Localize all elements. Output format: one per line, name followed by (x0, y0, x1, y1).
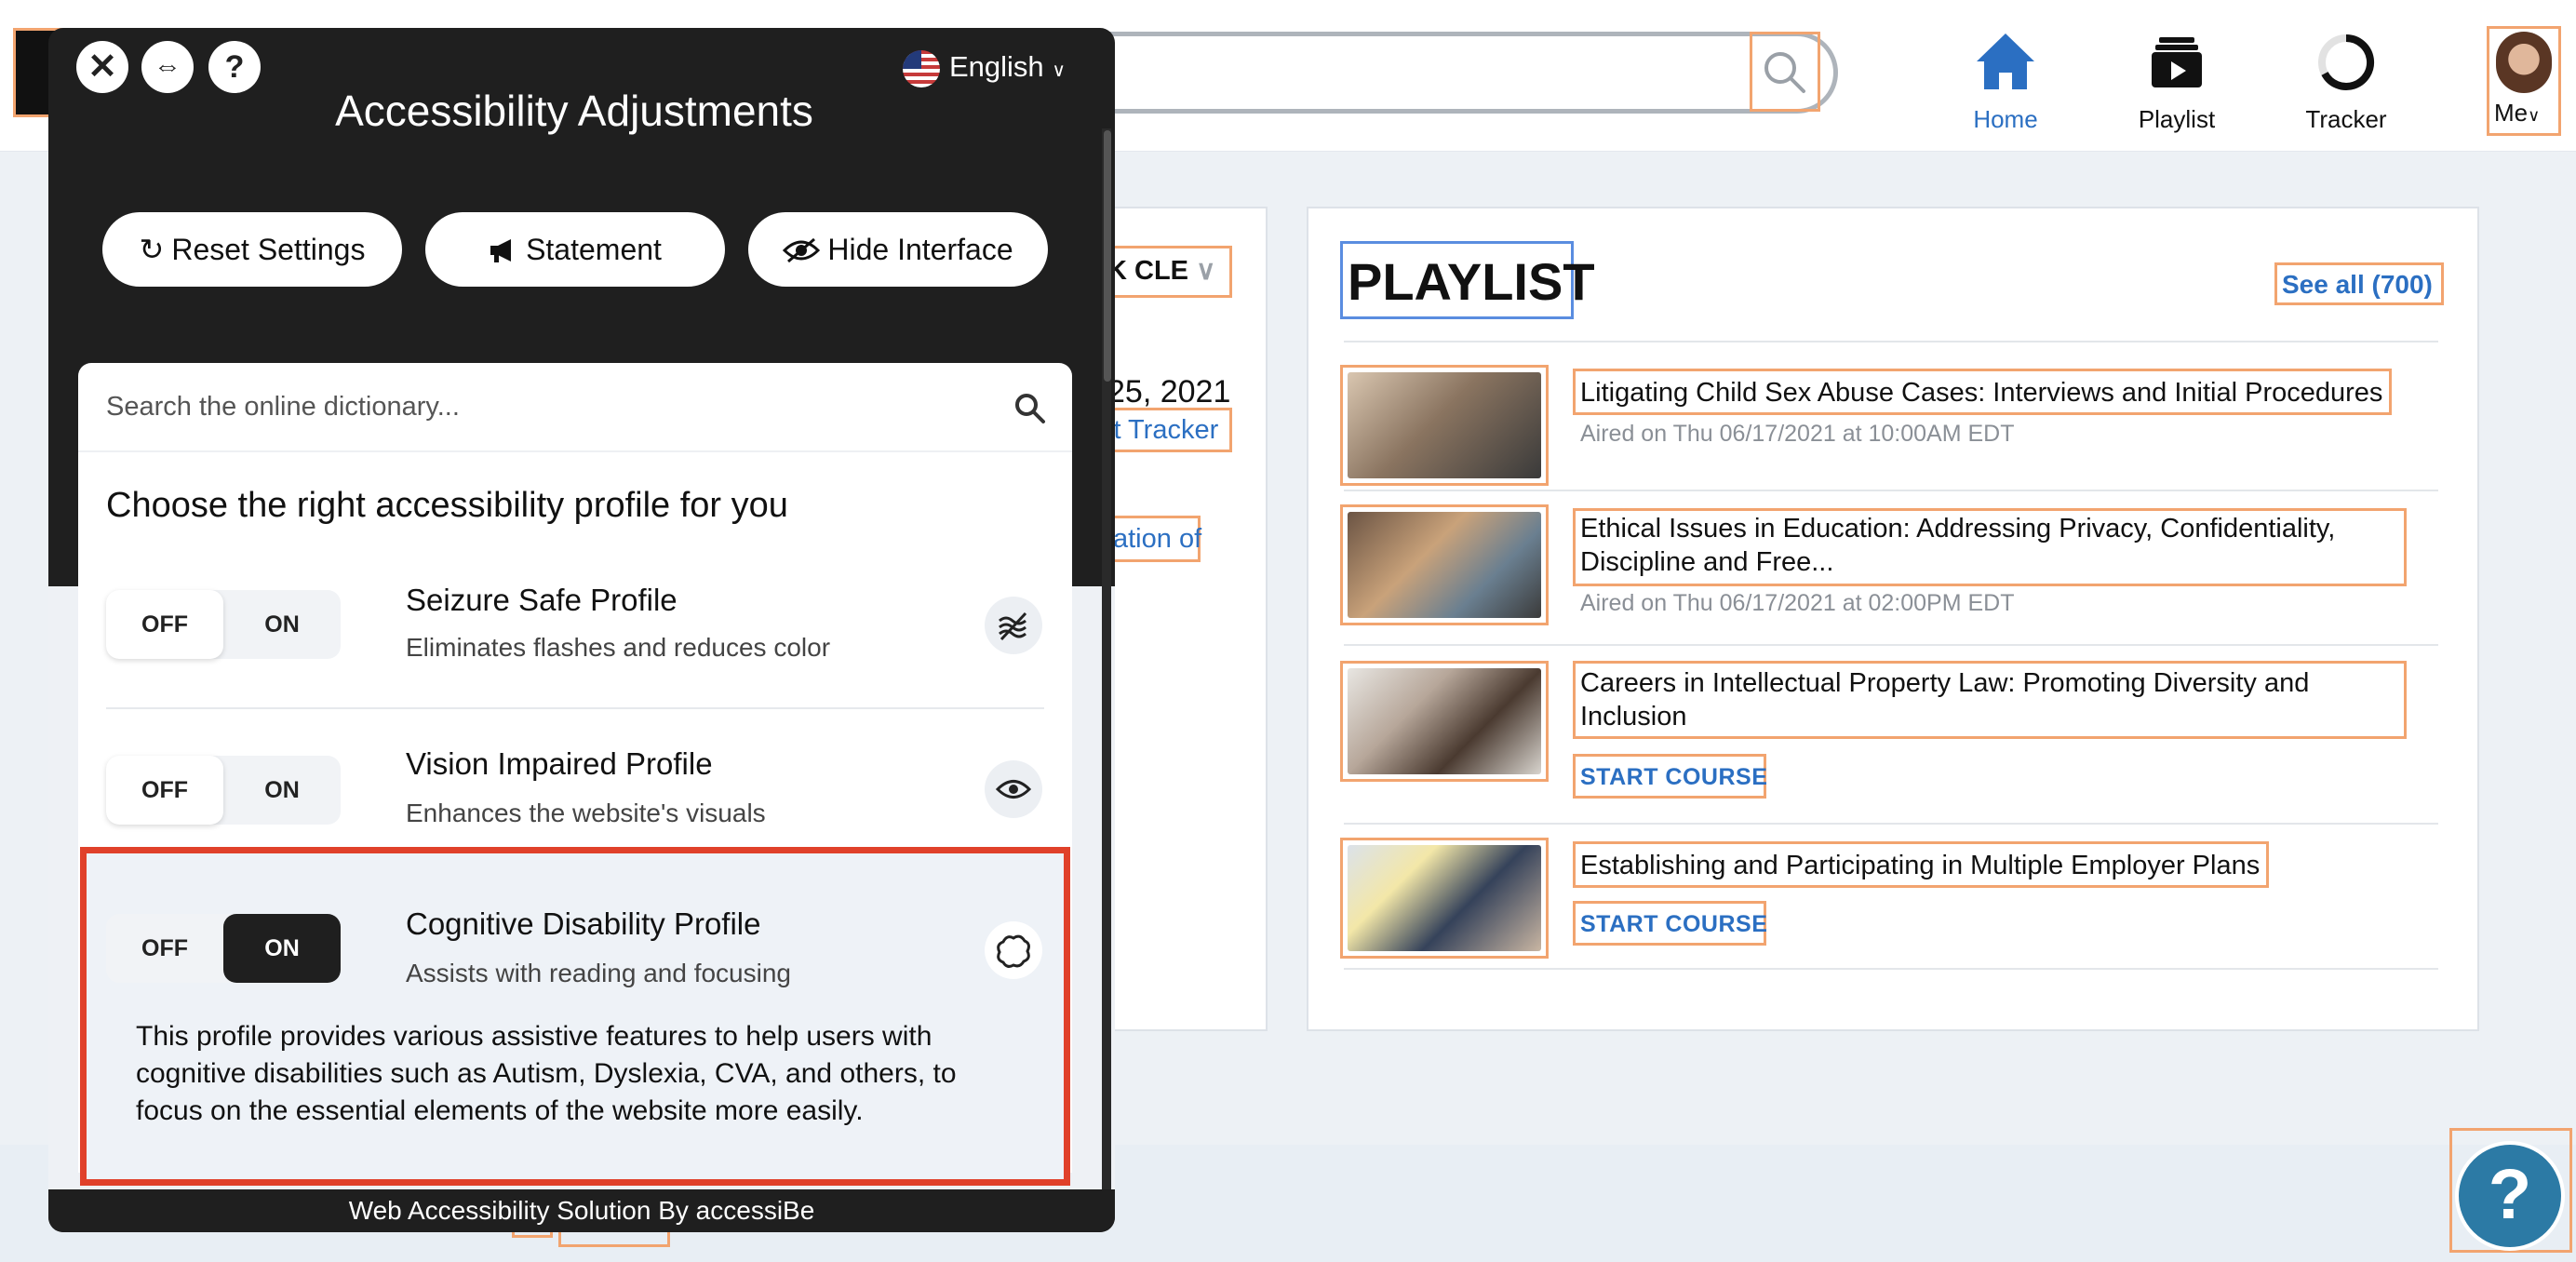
info-link-text[interactable]: ation of (1113, 524, 1201, 555)
question-icon: ? (224, 49, 245, 85)
cle-dropdown-label: K CLE ∨ (1107, 254, 1215, 287)
close-icon: ✕ (87, 47, 117, 87)
profile-name: Seizure Safe Profile (406, 583, 678, 617)
see-all-link[interactable]: See all (700) (2282, 270, 2433, 300)
toggle-on-option[interactable]: ON (223, 914, 341, 983)
profile-divider (106, 707, 1044, 709)
eye-icon (985, 760, 1042, 818)
playlist-item-title[interactable]: Ethical Issues in Education: Addressing … (1580, 512, 2392, 579)
search-icon (1764, 52, 1805, 93)
playlist-thumbnail (1348, 668, 1541, 774)
profile-name: Vision Impaired Profile (406, 746, 713, 781)
playlist-item-title[interactable]: Careers in Intellectual Property Law: Pr… (1580, 666, 2392, 733)
playlist-divider (1344, 823, 2438, 825)
refresh-icon: ↻ (139, 233, 165, 266)
arrows-horizontal-icon: ⇔ (154, 51, 181, 82)
profile-name: Cognitive Disability Profile (406, 906, 761, 941)
playlist-item-title[interactable]: Litigating Child Sex Abuse Cases: Interv… (1580, 376, 2399, 409)
seizure-safe-toggle[interactable]: OFF ON (106, 590, 341, 659)
reset-settings-button[interactable]: ↻ Reset Settings (102, 212, 402, 287)
playlist-icon (2152, 37, 2202, 87)
us-flag-icon (903, 49, 940, 87)
dictionary-search-input[interactable] (78, 363, 1072, 452)
playlist-thumbnail (1348, 845, 1541, 951)
cle-dropdown-text: K CLE (1107, 256, 1188, 286)
playlist-title: PLAYLIST (1348, 252, 1595, 311)
help-button[interactable]: ? (2455, 1141, 2565, 1251)
nav-tracker[interactable]: Tracker (2276, 32, 2416, 134)
statement-button[interactable]: Statement (425, 212, 725, 287)
date-text: 25, 2021 (1107, 374, 1231, 409)
panel-scrollbar-thumb[interactable] (1104, 130, 1111, 382)
profile-details: This profile provides various assistive … (136, 1021, 957, 1126)
hide-interface-label: Hide Interface (827, 233, 1013, 266)
vision-impaired-toggle[interactable]: OFF ON (106, 756, 341, 825)
brain-icon (985, 921, 1042, 979)
cognitive-profile-highlight (80, 847, 1070, 1186)
statement-label: Statement (526, 233, 662, 266)
avatar[interactable] (2496, 32, 2552, 93)
nav-home-label: Home (1973, 105, 2038, 133)
cognitive-disability-toggle[interactable]: OFF ON (106, 914, 341, 983)
course-card (1089, 207, 1268, 1031)
panel-title: Accessibility Adjustments (335, 87, 813, 135)
playlist-item-meta: Aired on Thu 06/17/2021 at 02:00PM EDT (1580, 590, 2015, 616)
home-icon (1977, 34, 2034, 89)
playlist-thumbnail (1348, 372, 1541, 478)
seizure-icon (985, 597, 1042, 654)
playlist-divider (1344, 968, 2438, 970)
chevron-down-icon: ∨ (1196, 256, 1216, 286)
profile-description: Assists with reading and focusing (406, 959, 791, 987)
toggle-off-option[interactable]: OFF (106, 756, 223, 825)
toggle-off-option[interactable]: OFF (106, 590, 223, 659)
playlist-divider (1344, 490, 2438, 491)
profiles-heading: Choose the right accessibility profile f… (106, 486, 788, 525)
profile-description: Enhances the website's visuals (406, 799, 766, 827)
toggle-off-option[interactable]: OFF (106, 914, 223, 983)
chevron-down-icon: ∨ (1052, 60, 1066, 81)
search-icon[interactable] (1013, 391, 1046, 424)
eye-slash-icon (783, 237, 821, 263)
nav-playlist-label: Playlist (2138, 105, 2216, 133)
megaphone-icon (490, 239, 512, 262)
tracker-icon (2318, 34, 2375, 90)
playlist-divider (1344, 644, 2438, 646)
site-search-bar[interactable] (1024, 32, 1838, 114)
nav-playlist[interactable]: Playlist (2107, 32, 2247, 134)
hide-interface-button[interactable]: Hide Interface (748, 212, 1048, 287)
start-course-button[interactable]: START COURSE (1580, 764, 1767, 791)
me-text: Me (2494, 99, 2529, 127)
nav-home[interactable]: Home (1936, 32, 2075, 134)
nav-tracker-label: Tracker (2305, 105, 2387, 133)
playlist-item-meta: Aired on Thu 06/17/2021 at 10:00AM EDT (1580, 421, 2015, 447)
tracker-link-text[interactable]: it Tracker (1107, 415, 1218, 446)
playlist-thumbnail (1348, 512, 1541, 618)
language-label: English (949, 50, 1044, 83)
playlist-item-title[interactable]: Establishing and Participating in Multip… (1580, 849, 2269, 882)
playlist-divider (1344, 341, 2438, 342)
user-menu-label[interactable]: Me∨ (2494, 99, 2540, 128)
profile-description: Eliminates flashes and reduces color (406, 633, 831, 662)
chevron-down-icon: ∨ (2528, 106, 2541, 125)
panel-footer[interactable]: Web Accessibility Solution By accessiBe (48, 1189, 1115, 1232)
start-course-button[interactable]: START COURSE (1580, 911, 1767, 938)
toggle-on-option[interactable]: ON (223, 756, 341, 825)
reset-settings-label: Reset Settings (171, 233, 366, 266)
toggle-on-option[interactable]: ON (223, 590, 341, 659)
